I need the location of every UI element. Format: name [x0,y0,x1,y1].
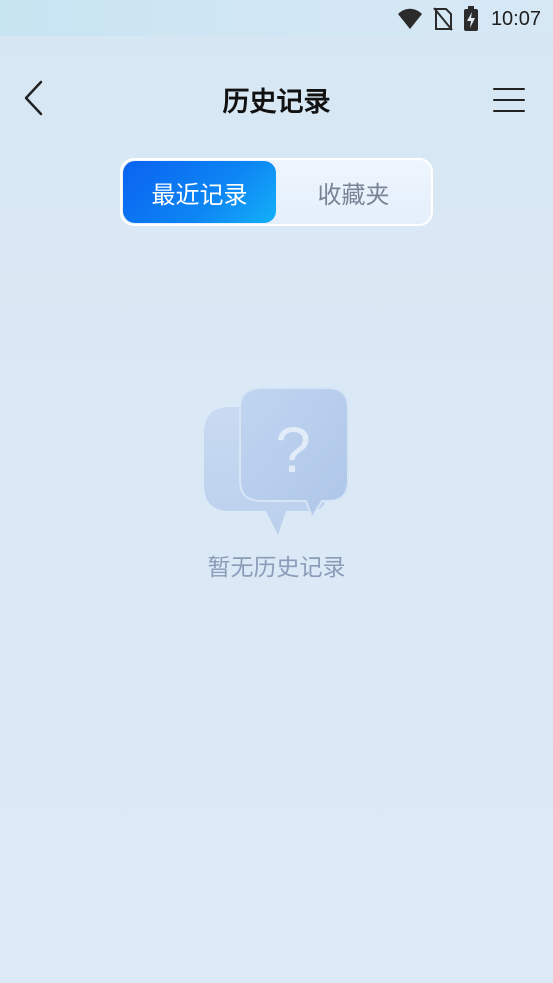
question-glyph: ? [275,414,311,486]
hamburger-menu-icon [493,88,525,90]
wifi-icon [397,8,422,29]
tab-switcher: 最近记录 收藏夹 [120,158,433,226]
menu-button[interactable] [493,86,527,116]
page-title: 历史记录 [222,87,331,118]
tab-favorites[interactable]: 收藏夹 [277,161,430,223]
question-chat-bubbles-icon: ? [204,387,349,535]
status-time: 10:07 [490,7,541,30]
empty-state-message: 暂无历史记录 [207,555,346,581]
status-bar: 10:07 [0,0,553,36]
status-icons: 10:07 [397,6,541,32]
battery-charging-icon [463,6,478,31]
tab-recent[interactable]: 最近记录 [123,161,276,223]
no-sim-icon [433,7,453,31]
header: 历史记录 [0,62,553,142]
